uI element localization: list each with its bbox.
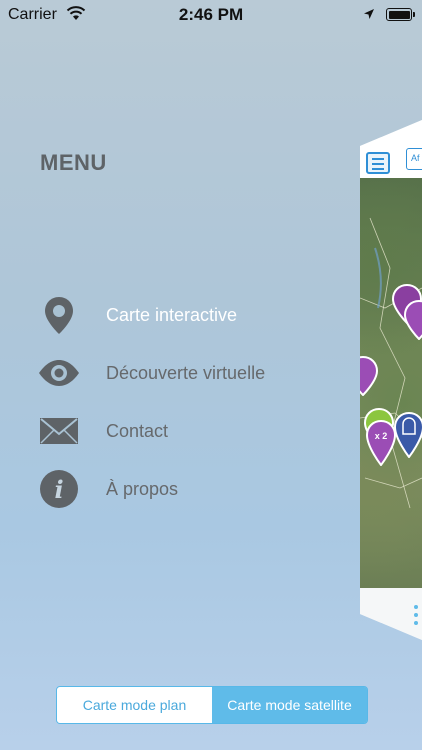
menu-item-label: Carte interactive <box>106 305 238 325</box>
map-marker-icon[interactable] <box>348 356 378 396</box>
menu-item-decouverte-virtuelle[interactable]: Découverte virtuelle <box>38 352 338 396</box>
eye-icon <box>39 360 79 386</box>
map-toolbar-button[interactable]: Af <box>406 148 422 170</box>
map-cluster-marker[interactable]: x 2 <box>366 420 396 466</box>
map-mode-satellite-button[interactable]: Carte mode satellite <box>212 687 367 723</box>
menu-title: MENU <box>40 150 107 175</box>
envelope-icon <box>40 418 78 444</box>
svg-text:i: i <box>54 475 63 504</box>
cluster-badge: x 2 <box>375 431 388 441</box>
menu-item-label: Contact <box>106 421 169 441</box>
map-mode-selector: Carte mode plan Carte mode satellite <box>56 686 368 724</box>
location-pin-icon <box>45 297 73 334</box>
map-preview-panel[interactable]: Af x 2 <box>360 120 422 640</box>
menu-item-label: À propos <box>106 479 179 499</box>
hamburger-menu-button[interactable] <box>366 152 390 174</box>
clock: 2:46 PM <box>178 5 244 24</box>
menu-item-label: Découverte virtuelle <box>106 363 266 383</box>
menu-item-a-propos[interactable]: i À propos <box>38 468 338 512</box>
map-marker-icon[interactable] <box>394 412 422 458</box>
location-arrow-icon <box>364 9 374 19</box>
info-icon: i <box>40 470 78 508</box>
battery-icon <box>386 8 415 21</box>
map-footer <box>360 588 422 640</box>
map-marker-icon[interactable] <box>404 300 422 340</box>
map-mode-plan-button[interactable]: Carte mode plan <box>57 687 212 723</box>
menu-item-carte-interactive[interactable]: Carte interactive <box>38 294 338 338</box>
status-bar: Carrier 2:46 PM <box>0 0 422 30</box>
grid-dots-icon[interactable] <box>412 604 420 626</box>
menu-item-contact[interactable]: Contact <box>38 410 338 454</box>
